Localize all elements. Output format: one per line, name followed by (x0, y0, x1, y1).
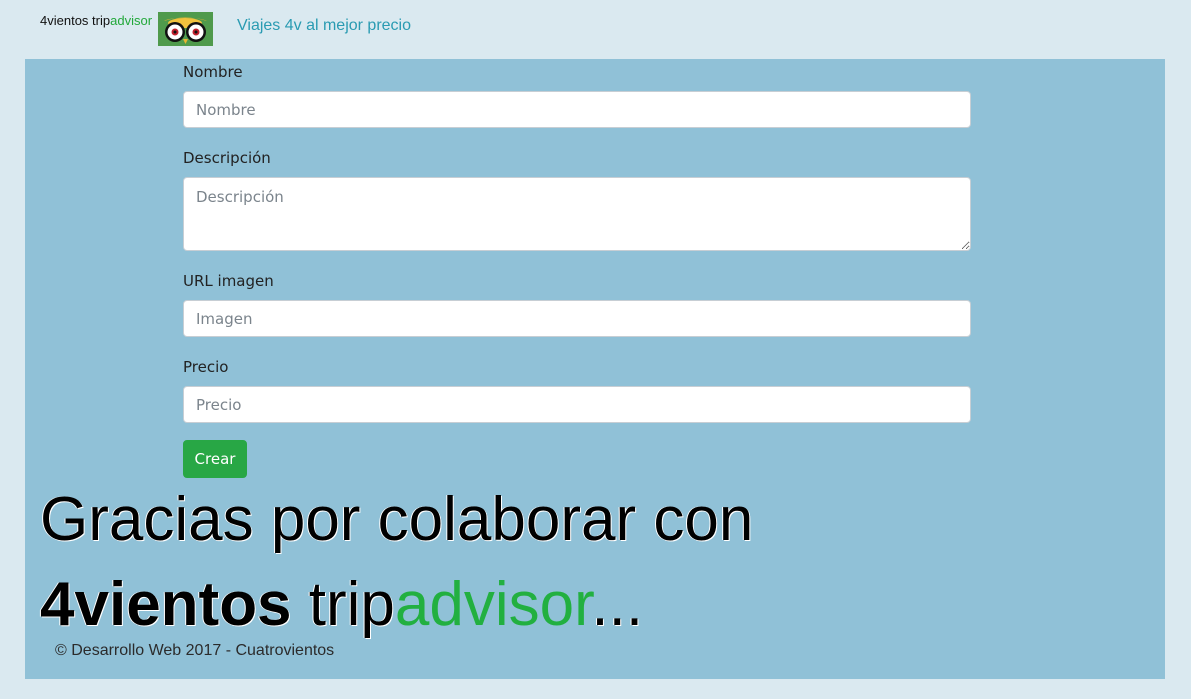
top-navbar: 4vientos tripadvisor Viajes 4v al mejor … (0, 0, 1191, 58)
descripcion-label: Descripción (183, 149, 271, 167)
thanks-brand-name: 4vientos (40, 570, 292, 639)
brand-name: 4vientos (40, 13, 89, 28)
imagen-url-input[interactable] (183, 300, 971, 337)
tagline-link[interactable]: Viajes 4v al mejor precio (237, 17, 411, 35)
brand-link[interactable]: 4vientos tripadvisor (40, 13, 152, 28)
brand-trip: trip (92, 13, 111, 28)
thanks-heading-line2: 4vientos tripadvisor... (40, 574, 643, 636)
crear-button[interactable]: Crear (183, 440, 247, 478)
thanks-ellipsis: ... (591, 570, 644, 639)
thanks-brand-advisor: advisor (394, 570, 592, 639)
imagen-label: URL imagen (183, 272, 274, 290)
owl-eyes-icon[interactable] (158, 12, 213, 46)
descripcion-textarea[interactable] (183, 177, 971, 251)
nombre-label: Nombre (183, 63, 243, 81)
precio-label: Precio (183, 358, 229, 376)
nombre-input[interactable] (183, 91, 971, 128)
main-panel: Nombre Descripción URL imagen Precio Cre… (25, 59, 1165, 679)
thanks-heading-line1: Gracias por colaborar con (40, 485, 754, 554)
footer-copyright: © Desarrollo Web 2017 - Cuatrovientos (55, 642, 335, 659)
brand-advisor: advisor (110, 13, 153, 28)
thanks-brand-trip: trip (308, 570, 395, 639)
precio-input[interactable] (183, 386, 971, 423)
